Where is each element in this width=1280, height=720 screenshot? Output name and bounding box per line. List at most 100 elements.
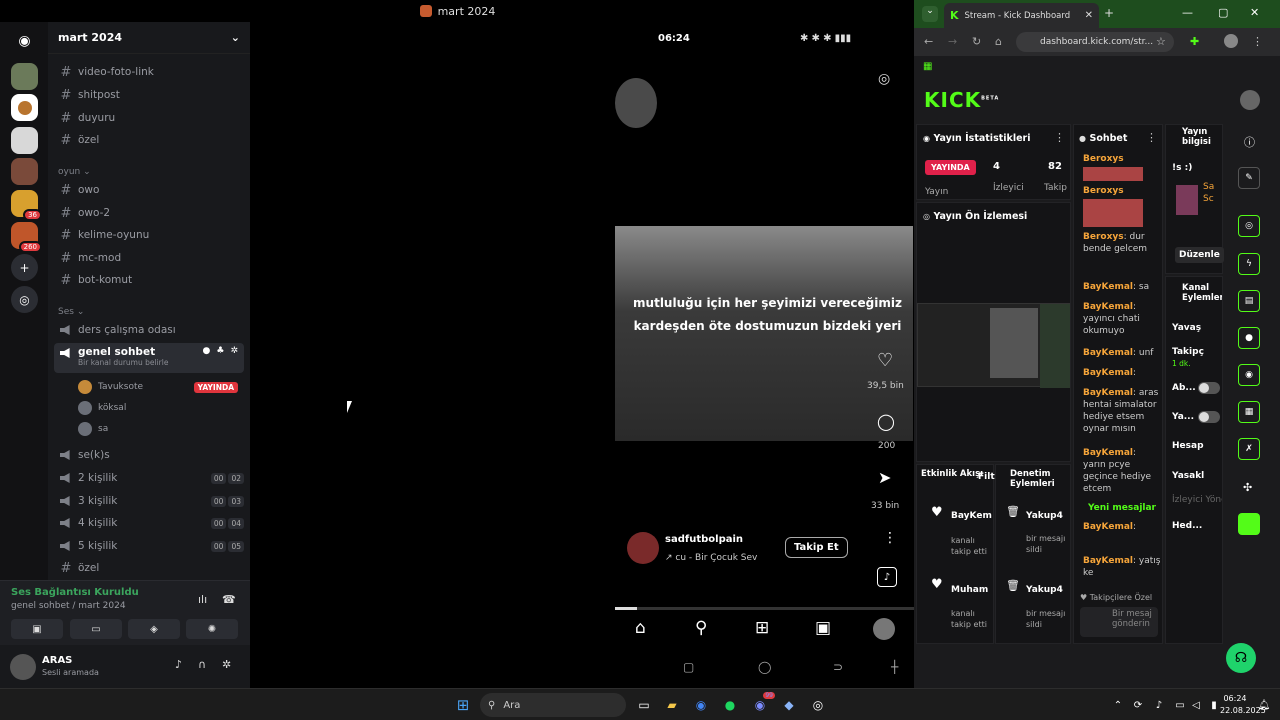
action-item[interactable]: Yasakl xyxy=(1172,471,1204,481)
music-icon[interactable]: ♪ xyxy=(877,567,897,587)
comment-icon[interactable]: ◯ xyxy=(877,412,895,431)
camera-icon[interactable]: ◎ xyxy=(878,71,890,87)
wrench-icon[interactable]: ✗ xyxy=(1238,438,1260,460)
account-name[interactable]: sadfutbolpain xyxy=(665,534,743,545)
close-window-icon[interactable]: ✕ xyxy=(1250,6,1259,19)
chat-icon[interactable]: ● xyxy=(1238,327,1260,349)
stream-preview[interactable] xyxy=(917,303,1070,388)
discord-icon[interactable]: ◉ 99 xyxy=(750,692,775,715)
server-icon[interactable]: 36 xyxy=(11,190,42,221)
chevron-up-icon[interactable]: ⌃ xyxy=(1108,695,1128,715)
chat-icon[interactable]: ● xyxy=(203,346,211,356)
back-icon[interactable]: ← xyxy=(924,35,933,48)
support-icon[interactable]: ☊ xyxy=(1226,643,1256,673)
more-icon[interactable]: ⋮ xyxy=(1146,131,1157,144)
channel-item[interactable]: # duyuru xyxy=(54,108,244,128)
category-thumbnail[interactable] xyxy=(1176,185,1198,215)
url-field[interactable]: dashboard.kick.com/str... xyxy=(1016,32,1174,52)
home-icon[interactable]: ⌂ xyxy=(635,618,646,638)
extension-icon[interactable]: ✚ xyxy=(1190,35,1199,48)
avatar[interactable] xyxy=(615,78,657,128)
document-icon[interactable]: ▤ xyxy=(1238,290,1260,312)
heart-icon[interactable]: ♡ xyxy=(877,350,893,371)
preview-icon[interactable]: ◎ xyxy=(1238,215,1260,237)
chat-input[interactable]: Bir mesaj gönderin xyxy=(1080,607,1158,637)
video-frame[interactable]: mutluluğu için her şeyimizi vereceğimiz … xyxy=(615,226,913,441)
spotify-icon[interactable]: ● xyxy=(720,695,740,715)
action-item[interactable]: Takipç xyxy=(1172,347,1204,357)
clock[interactable]: 06:24 22.08.2025 xyxy=(1220,693,1266,717)
channel-item[interactable]: # mc-mod xyxy=(54,248,244,268)
windows-start-icon[interactable]: ⊞ xyxy=(453,695,473,715)
taskbar-search[interactable]: ⚲ Ara xyxy=(480,693,626,717)
voice-channel[interactable]: 2 kişilik 00 02 xyxy=(54,468,244,488)
pin-icon[interactable]: ┼ xyxy=(891,660,898,674)
more-icon[interactable]: ⋮ xyxy=(1054,131,1065,144)
apps-icon[interactable]: ✣ xyxy=(1243,481,1252,494)
disconnect-icon[interactable]: ☎ xyxy=(222,593,236,606)
progress-bar[interactable] xyxy=(615,607,915,610)
clip-icon[interactable] xyxy=(1238,513,1260,535)
server-icon[interactable] xyxy=(11,127,38,154)
invite-icon[interactable]: ♣ xyxy=(216,346,224,356)
channel-item[interactable]: # owo xyxy=(54,180,244,200)
channel-item[interactable]: # kelime-oyunu xyxy=(54,225,244,245)
microphone-icon[interactable]: ♪ xyxy=(1149,695,1169,715)
voice-channel[interactable]: 4 kişilik 00 04 xyxy=(54,513,244,533)
share-icon[interactable]: ➤ xyxy=(878,468,891,487)
follow-button[interactable]: Takip Et xyxy=(785,537,848,558)
lightning-icon[interactable]: ϟ xyxy=(1238,253,1260,275)
song-name[interactable]: ↗ cu - Bir Çocuk Sev xyxy=(665,553,757,563)
edit-icon[interactable]: ✎ xyxy=(1238,167,1260,189)
apps-grid-icon[interactable]: ▦ xyxy=(923,61,932,72)
task-view-icon[interactable]: ▭ xyxy=(634,695,654,715)
explore-icon[interactable]: ◎ xyxy=(11,286,38,313)
channel-item[interactable]: # shitpost xyxy=(54,85,244,105)
voice-channel[interactable]: 5 kişilik 00 05 xyxy=(54,536,244,556)
obs-icon[interactable]: ◎ xyxy=(808,695,828,715)
add-server-icon[interactable]: + xyxy=(11,254,38,281)
broadcast-icon[interactable]: ◉ xyxy=(1238,364,1260,386)
toggle[interactable] xyxy=(1198,411,1220,423)
bookmark-icon[interactable]: ☆ xyxy=(1156,35,1166,48)
activity-icon[interactable]: ◈ xyxy=(128,619,180,639)
server-icon[interactable] xyxy=(11,63,38,90)
voice-user[interactable]: sa xyxy=(78,422,238,436)
server-header[interactable]: mart 2024 ⌄ xyxy=(48,22,250,54)
profile-avatar[interactable] xyxy=(1224,34,1238,48)
voice-channel[interactable]: se(k)s xyxy=(54,445,244,465)
profile-avatar[interactable] xyxy=(873,618,895,640)
maximize-icon[interactable]: ▢ xyxy=(1218,6,1228,19)
screen-share-icon[interactable]: ▭ xyxy=(70,619,122,639)
channel-item[interactable]: # video-foto-link xyxy=(54,62,244,82)
microphone-icon[interactable]: ♪ xyxy=(175,658,182,671)
tab-kick[interactable]: K Stream - Kick Dashboard ✕ xyxy=(944,3,1099,28)
channel-item[interactable]: # owo-2 xyxy=(54,203,244,223)
edit-button[interactable]: Düzenle xyxy=(1175,247,1224,263)
connection-sub[interactable]: genel sohbet / mart 2024 xyxy=(11,601,126,611)
chrome-icon[interactable]: ◉ xyxy=(691,695,711,715)
sync-icon[interactable]: ⟳ xyxy=(1128,695,1148,715)
gear-icon[interactable]: ✲ xyxy=(222,658,231,671)
user-avatar[interactable] xyxy=(1240,90,1260,110)
avatar[interactable] xyxy=(627,532,659,564)
new-tab-icon[interactable]: + xyxy=(1104,6,1114,20)
server-icon[interactable]: 260 xyxy=(11,222,42,253)
gear-icon[interactable]: ✲ xyxy=(230,346,238,356)
reels-icon[interactable]: ▣ xyxy=(815,618,831,638)
voice-user[interactable]: köksal xyxy=(78,401,238,415)
app-icon[interactable]: ◆ xyxy=(779,695,799,715)
channel-item[interactable]: # özel xyxy=(54,558,244,578)
close-icon[interactable]: ✕ xyxy=(1085,10,1093,21)
forward-icon[interactable]: → xyxy=(948,35,957,48)
home-button-icon[interactable]: ◯ xyxy=(758,660,771,674)
soundboard-icon[interactable]: ılı xyxy=(198,593,207,606)
action-item[interactable]: Yavaş xyxy=(1172,323,1201,333)
tab-menu-icon[interactable]: ⌄ xyxy=(922,6,938,22)
minimize-icon[interactable]: — xyxy=(1182,6,1193,19)
category-oyun[interactable]: oyun ⌄ xyxy=(58,167,91,177)
search-icon[interactable]: ⚲ xyxy=(695,618,707,638)
voice-channel[interactable]: ders çalışma odası xyxy=(54,320,244,340)
kick-logo[interactable]: KICKBETA xyxy=(924,88,999,112)
back-icon[interactable]: ⊃ xyxy=(833,660,843,674)
